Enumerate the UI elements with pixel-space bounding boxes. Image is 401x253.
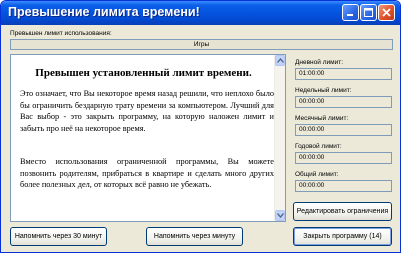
monthly-limit-label: Месячный лимит:: [295, 115, 349, 122]
message-paragraph-2: Вместо использования ограниченной програ…: [20, 157, 274, 190]
title-bar[interactable]: Превышение лимита времени!: [1, 1, 400, 25]
minimize-button[interactable]: [342, 4, 359, 21]
message-paragraph-1: Это означает, что Вы некоторое время наз…: [20, 89, 274, 133]
close-program-button[interactable]: Закрыть программу (14): [293, 227, 392, 246]
message-scrollbar[interactable]: [274, 55, 285, 221]
edit-limits-button[interactable]: Редактировать ограничения: [293, 202, 392, 221]
message-title: Превышен установленный лимит времени.: [35, 67, 252, 79]
total-limit-value: 00:00:00: [295, 180, 392, 192]
minimize-icon: [347, 14, 353, 16]
total-limit-label: Общий лимит:: [295, 171, 339, 178]
usage-label: Превышен лимит использования:: [10, 30, 112, 37]
daily-limit-value: 01:00:00: [295, 68, 392, 80]
usage-value: Игры: [193, 41, 210, 48]
remind-1-minute-button[interactable]: Напомнить через минуту: [146, 227, 243, 246]
maximize-button[interactable]: [360, 4, 377, 21]
weekly-limit-value: 00:00:00: [295, 96, 392, 108]
scroll-down-button[interactable]: [275, 210, 285, 221]
chevron-down-icon: [276, 213, 284, 218]
close-button[interactable]: [378, 4, 395, 21]
yearly-limit-label: Годовой лимит:: [295, 143, 342, 150]
daily-limit-label: Дневной лимит:: [295, 59, 344, 66]
usage-bar: Игры: [10, 39, 393, 50]
scroll-up-button[interactable]: [275, 55, 285, 66]
chevron-up-icon: [276, 58, 284, 63]
close-icon: [382, 8, 391, 17]
remind-30-minutes-button[interactable]: Напомнить через 30 минут: [10, 227, 107, 246]
window-title: Превышение лимита времени!: [8, 5, 200, 19]
message-panel[interactable]: Превышен установленный лимит времени. Эт…: [10, 54, 286, 222]
yearly-limit-value: 00:00:00: [295, 152, 392, 164]
weekly-limit-label: Недельный лимит:: [295, 87, 352, 94]
monthly-limit-value: 00:00:00: [295, 124, 392, 136]
app-window: Превышение лимита времени! Превышен лими…: [0, 0, 401, 253]
maximize-icon: [364, 8, 373, 17]
